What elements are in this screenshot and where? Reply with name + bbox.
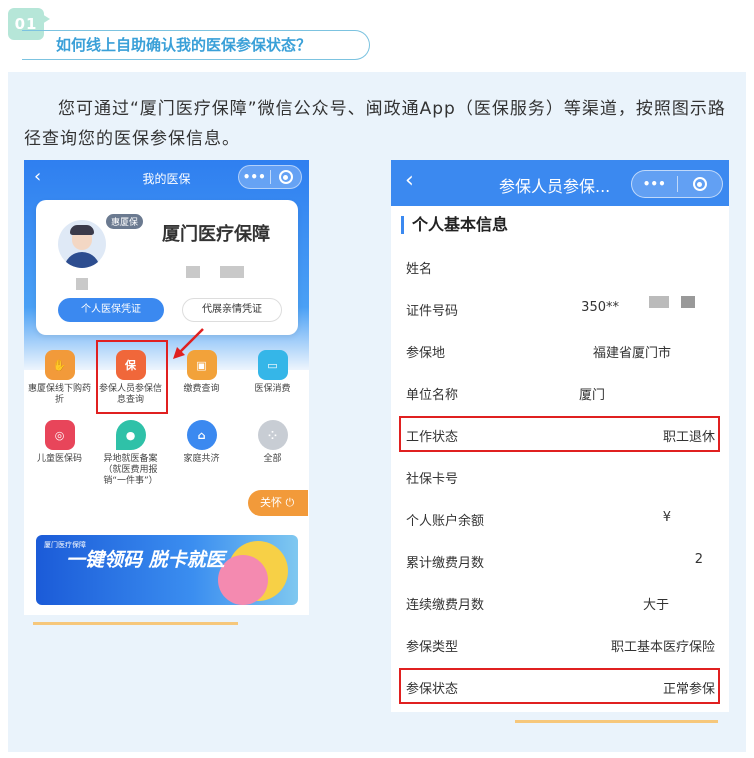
hui-xia-bao-badge: 惠厦保	[106, 214, 144, 229]
info-row: 姓名	[391, 246, 729, 288]
masked-id-2	[220, 266, 244, 278]
child-code-icon: ◎	[44, 420, 75, 450]
promo-banner[interactable]: 厦门医疗保障 一键领码 脱卡就医	[36, 535, 298, 605]
row-value: 职工基本医疗保险	[610, 640, 715, 655]
care-mode-button[interactable]: 关怀 ⏻	[248, 490, 308, 516]
row-value: 2	[694, 552, 703, 567]
info-row: 个人账户余额 ¥	[391, 498, 729, 540]
highlight-box-work-status	[399, 416, 720, 452]
grid-item-remote-care[interactable]: ● 异地就医备案（就医费用报销“一件事”）	[95, 420, 166, 487]
banner-title: 一键领码 脱卡就医	[66, 549, 225, 571]
info-row: 单位名称 厦门	[391, 372, 729, 414]
grid-item-label: 缴费查询	[183, 384, 220, 394]
close-miniapp-icon[interactable]	[678, 177, 723, 191]
nav-title: 参保人员参保...	[499, 177, 611, 196]
grid-item-label: 医保消费	[254, 384, 291, 394]
masked-name	[76, 278, 88, 290]
grid-item-label: 全部	[263, 454, 282, 464]
info-row: 连续缴费月数 大于	[391, 582, 729, 624]
grid-item-all[interactable]: ⁘ 全部	[237, 420, 308, 465]
grid-item-label: 惠厦保线下购药折	[27, 384, 91, 405]
more-icon[interactable]: •••	[632, 177, 677, 191]
grid-item-label: 儿童医保码	[36, 454, 82, 464]
row-label: 参保地	[406, 346, 446, 361]
highlight-box-insurance-query	[96, 340, 168, 414]
grid-item-family-share[interactable]: ⌂ 家庭共济	[166, 420, 237, 465]
miniapp-capsule[interactable]: •••	[238, 165, 302, 189]
miniapp-capsule[interactable]: •••	[631, 170, 723, 198]
section-header: 01 如何线上自助确认我的医保参保状态？	[0, 0, 754, 70]
grid-item-discount[interactable]: ✋ 惠厦保线下购药折	[24, 350, 95, 406]
more-icon[interactable]: •••	[239, 170, 270, 184]
row-label: 累计缴费月数	[406, 556, 485, 571]
section-title: 如何线上自助确认我的医保参保状态？	[56, 36, 312, 54]
highlight-box-insurance-status	[399, 668, 720, 704]
close-miniapp-icon[interactable]	[271, 170, 302, 184]
grid-item-label: 家庭共济	[183, 454, 220, 464]
row-label: 单位名称	[406, 388, 459, 403]
row-label: 参保类型	[406, 640, 459, 655]
row-value: 350**	[581, 300, 619, 315]
decor-underline	[515, 720, 718, 723]
profile-card: 惠厦保 厦门医疗保障 个人医保凭证 代展亲情凭证	[36, 200, 298, 335]
card-icon: ▭	[257, 350, 288, 380]
banner-decoration	[218, 555, 268, 605]
masked-id	[681, 296, 695, 308]
info-row: 参保地 福建省厦门市	[391, 330, 729, 372]
grid-item-child-code[interactable]: ◎ 儿童医保码	[24, 420, 95, 465]
decor-underline	[33, 622, 238, 625]
row-label: 姓名	[406, 262, 433, 277]
row-value: 大于	[642, 598, 669, 613]
all-icon: ⁘	[257, 420, 288, 450]
row-label: 证件号码	[406, 304, 459, 319]
back-icon[interactable]: ‹	[405, 168, 414, 193]
row-value: 福建省厦门市	[592, 346, 671, 361]
info-row: 参保类型 职工基本医疗保险	[391, 624, 729, 666]
info-row: 累计缴费月数 2	[391, 540, 729, 582]
avatar	[58, 220, 106, 268]
arrow-icon	[173, 328, 204, 359]
row-value: 厦门	[578, 388, 605, 403]
masked-id	[649, 296, 669, 308]
grid-item-consumption[interactable]: ▭ 医保消费	[237, 350, 308, 395]
masked-id	[186, 266, 200, 278]
row-label: 个人账户余额	[406, 514, 485, 529]
location-icon: ●	[115, 420, 146, 450]
section-title: 个人基本信息	[401, 216, 508, 234]
my-insurance-screen: ‹ 我的医保 ••• 惠厦保 厦门医疗保障 个人医保凭证 代展亲情凭证 ✋ 惠厦…	[24, 160, 309, 615]
personal-voucher-button[interactable]: 个人医保凭证	[58, 298, 164, 322]
intro-text: 您可通过“厦门医疗保障”微信公众号、闽政通App（医保服务）等渠道，按照图示路径…	[24, 99, 726, 149]
home-icon: ⌂	[186, 420, 217, 450]
info-row: 社保卡号	[391, 456, 729, 498]
grid-item-label: 异地就医备案（就医费用报销“一件事”）	[103, 454, 158, 486]
info-row: 证件号码 350**	[391, 288, 729, 330]
hand-icon: ✋	[44, 350, 75, 380]
brand-name: 厦门医疗保障	[162, 224, 270, 245]
family-voucher-button[interactable]: 代展亲情凭证	[182, 298, 282, 322]
row-value: ¥	[662, 510, 671, 525]
row-label: 社保卡号	[406, 472, 459, 487]
row-label: 连续缴费月数	[406, 598, 485, 613]
